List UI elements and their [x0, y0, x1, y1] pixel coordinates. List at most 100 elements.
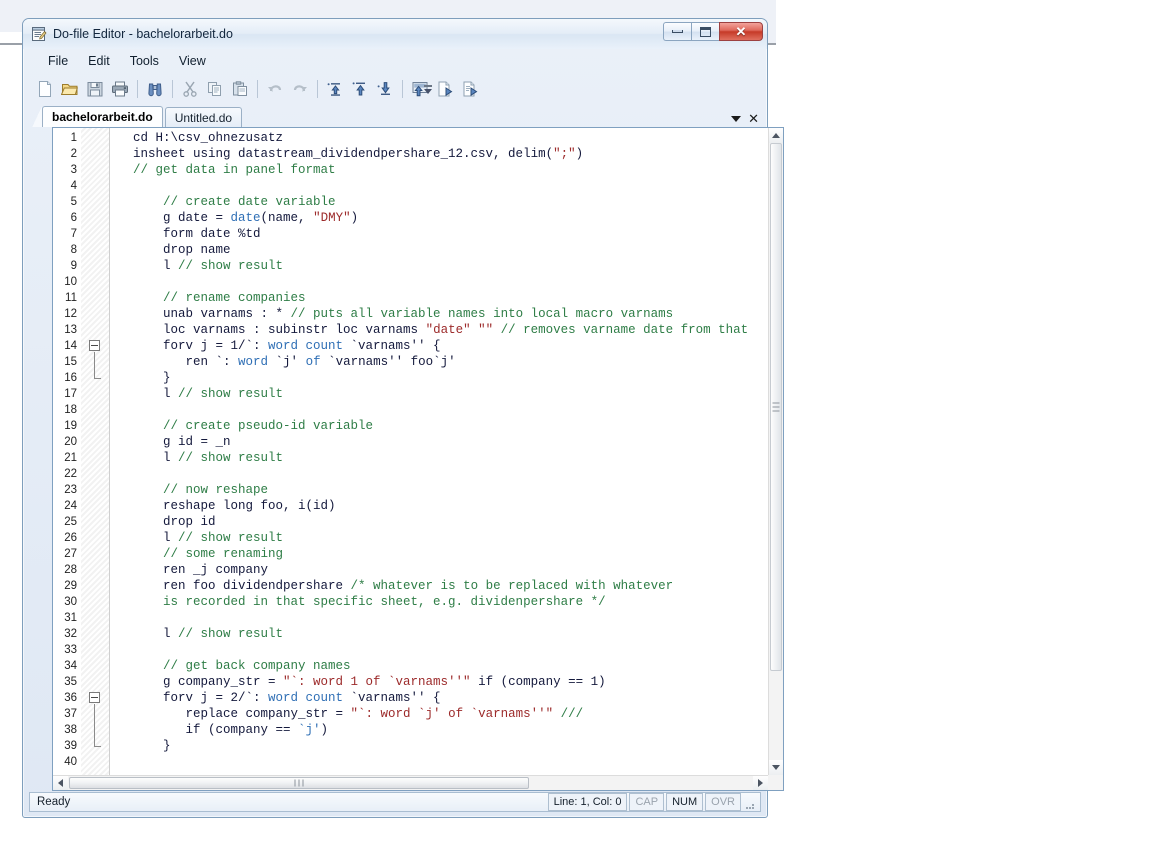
code-line[interactable]: 32 l // show result: [53, 626, 783, 642]
code-editor[interactable]: 1 cd H:\csv_ohnezusatz 2 insheet using data…: [53, 128, 783, 790]
scroll-down-button[interactable]: [769, 760, 783, 775]
line-source: if (company == `j'): [133, 723, 329, 737]
scroll-up-button[interactable]: [769, 128, 783, 143]
code-line[interactable]: 22: [53, 466, 783, 482]
status-bar: Ready Line: 1, Col: 0 CAP NUM OVR: [29, 792, 761, 812]
scrollbar-corner: [768, 775, 783, 790]
code-line[interactable]: 20 g id = _n: [53, 434, 783, 450]
code-line[interactable]: 39 }: [53, 738, 783, 754]
line-source: // get back company names: [163, 659, 351, 673]
code-line[interactable]: 24 reshape long foo, i(id): [53, 498, 783, 514]
code-line[interactable]: 13 loc varnams : subinstr loc varnams "d…: [53, 322, 783, 338]
execute-do-icon[interactable]: [348, 77, 372, 101]
new-document-run-icon[interactable]: [433, 77, 457, 101]
code-line[interactable]: 5 // create date variable: [53, 194, 783, 210]
code-line[interactable]: 4: [53, 178, 783, 194]
menu-item-file[interactable]: File: [39, 51, 77, 71]
code-line[interactable]: 11 // rename companies: [53, 290, 783, 306]
find-binoculars-icon[interactable]: [143, 77, 167, 101]
line-number: 21: [64, 452, 77, 464]
scroll-right-button[interactable]: [753, 776, 768, 790]
code-line[interactable]: 38 if (company == `j'): [53, 722, 783, 738]
toolbar-overflow-button[interactable]: [423, 80, 433, 98]
copy-icon[interactable]: [203, 77, 227, 101]
line-number: 8: [70, 244, 77, 256]
code-line[interactable]: 18: [53, 402, 783, 418]
save-icon[interactable]: [83, 77, 107, 101]
horizontal-scroll-thumb[interactable]: [69, 777, 529, 789]
code-line[interactable]: 40: [53, 754, 783, 770]
code-line[interactable]: 31: [53, 610, 783, 626]
code-line[interactable]: 16 }: [53, 370, 783, 386]
code-line[interactable]: 12 unab varnams : * // puts all variable…: [53, 306, 783, 322]
tab-untitled[interactable]: Untitled.do: [164, 107, 243, 127]
arrow-left-icon: [58, 779, 63, 787]
code-line[interactable]: 37 replace company_str = "`: word `j' of…: [53, 706, 783, 722]
code-line[interactable]: 17 l // show result: [53, 386, 783, 402]
cut-scissors-icon[interactable]: [178, 77, 202, 101]
code-lines[interactable]: 1 cd H:\csv_ohnezusatz 2 insheet using data…: [53, 130, 783, 790]
vertical-scroll-thumb[interactable]: [770, 143, 782, 671]
undo-icon[interactable]: [263, 77, 287, 101]
code-line[interactable]: 23 // now reshape: [53, 482, 783, 498]
line-source: replace company_str = "`: word `j' of `v…: [133, 707, 584, 721]
scroll-left-button[interactable]: [53, 776, 68, 790]
code-line[interactable]: 15 ren `: word `j' of `varnams'' foo`j': [53, 354, 783, 370]
line-number: 5: [70, 196, 77, 208]
execute-quietly-icon[interactable]: [323, 77, 347, 101]
menu-item-view[interactable]: View: [170, 51, 215, 71]
tab-bachelorarbeit[interactable]: bachelorarbeit.do: [42, 106, 163, 127]
editor-frame: 1 cd H:\csv_ohnezusatz 2 insheet using data…: [52, 127, 784, 791]
scroll-grip-icon: [772, 402, 780, 412]
close-tab-icon[interactable]: ✕: [748, 112, 759, 125]
title-bar[interactable]: Do-file Editor - bachelorarbeit.do ✕: [23, 19, 767, 49]
code-line[interactable]: 19 // create pseudo-id variable: [53, 418, 783, 434]
minimize-button[interactable]: [663, 22, 691, 41]
code-line[interactable]: 9 l // show result: [53, 258, 783, 274]
close-button[interactable]: ✕: [719, 22, 763, 41]
code-line[interactable]: 30 is recorded in that specific sheet, e…: [53, 594, 783, 610]
code-line[interactable]: 3 // get data in panel format: [53, 162, 783, 178]
line-number: 14: [64, 340, 77, 352]
line-number: 24: [64, 500, 77, 512]
code-line[interactable]: 25 drop id: [53, 514, 783, 530]
horizontal-scrollbar[interactable]: [53, 775, 768, 790]
code-line[interactable]: 7 form date %td: [53, 226, 783, 242]
fold-connector-foot: [94, 378, 101, 379]
execute-run-icon[interactable]: [373, 77, 397, 101]
code-line[interactable]: 35 g company_str = "`: word 1 of `varnam…: [53, 674, 783, 690]
code-line[interactable]: 36 forv j = 2/`: word count `varnams'' {: [53, 690, 783, 706]
code-line[interactable]: 26 l // show result: [53, 530, 783, 546]
code-line[interactable]: 2 insheet using datastream_dividendpersha…: [53, 146, 783, 162]
menu-item-tools[interactable]: Tools: [121, 51, 168, 71]
line-number: 12: [64, 308, 77, 320]
vertical-scrollbar[interactable]: [768, 128, 783, 775]
code-line[interactable]: 21 l // show result: [53, 450, 783, 466]
code-line[interactable]: 10: [53, 274, 783, 290]
resize-grip-icon[interactable]: [743, 795, 757, 809]
code-line[interactable]: 28 ren _j company: [53, 562, 783, 578]
new-icon[interactable]: [33, 77, 57, 101]
do-file-icon[interactable]: [458, 77, 482, 101]
paste-icon[interactable]: [228, 77, 252, 101]
code-line[interactable]: 33: [53, 642, 783, 658]
code-line[interactable]: 14 forv j = 1/`: word count `varnams'' {: [53, 338, 783, 354]
fold-toggle-icon[interactable]: [89, 692, 100, 703]
code-line[interactable]: 34 // get back company names: [53, 658, 783, 674]
maximize-button[interactable]: [691, 22, 719, 41]
code-line[interactable]: 8 drop name: [53, 242, 783, 258]
code-line[interactable]: 29 ren foo dividendpershare /* whatever …: [53, 578, 783, 594]
code-line[interactable]: 6 g date = date(name, "DMY"): [53, 210, 783, 226]
redo-icon[interactable]: [288, 77, 312, 101]
line-number: 6: [70, 212, 77, 224]
fold-toggle-icon[interactable]: [89, 340, 100, 351]
chevron-down-icon[interactable]: [731, 115, 742, 122]
menu-item-edit[interactable]: Edit: [79, 51, 119, 71]
line-source: ren `: word `j' of `varnams'' foo`j': [133, 355, 456, 369]
line-source: unab varnams : * // puts all variable na…: [133, 307, 674, 321]
print-icon[interactable]: [108, 77, 132, 101]
line-number: 25: [64, 516, 77, 528]
open-folder-icon[interactable]: [58, 77, 82, 101]
code-line[interactable]: 1 cd H:\csv_ohnezusatz: [53, 130, 783, 146]
code-line[interactable]: 27 // some renaming: [53, 546, 783, 562]
